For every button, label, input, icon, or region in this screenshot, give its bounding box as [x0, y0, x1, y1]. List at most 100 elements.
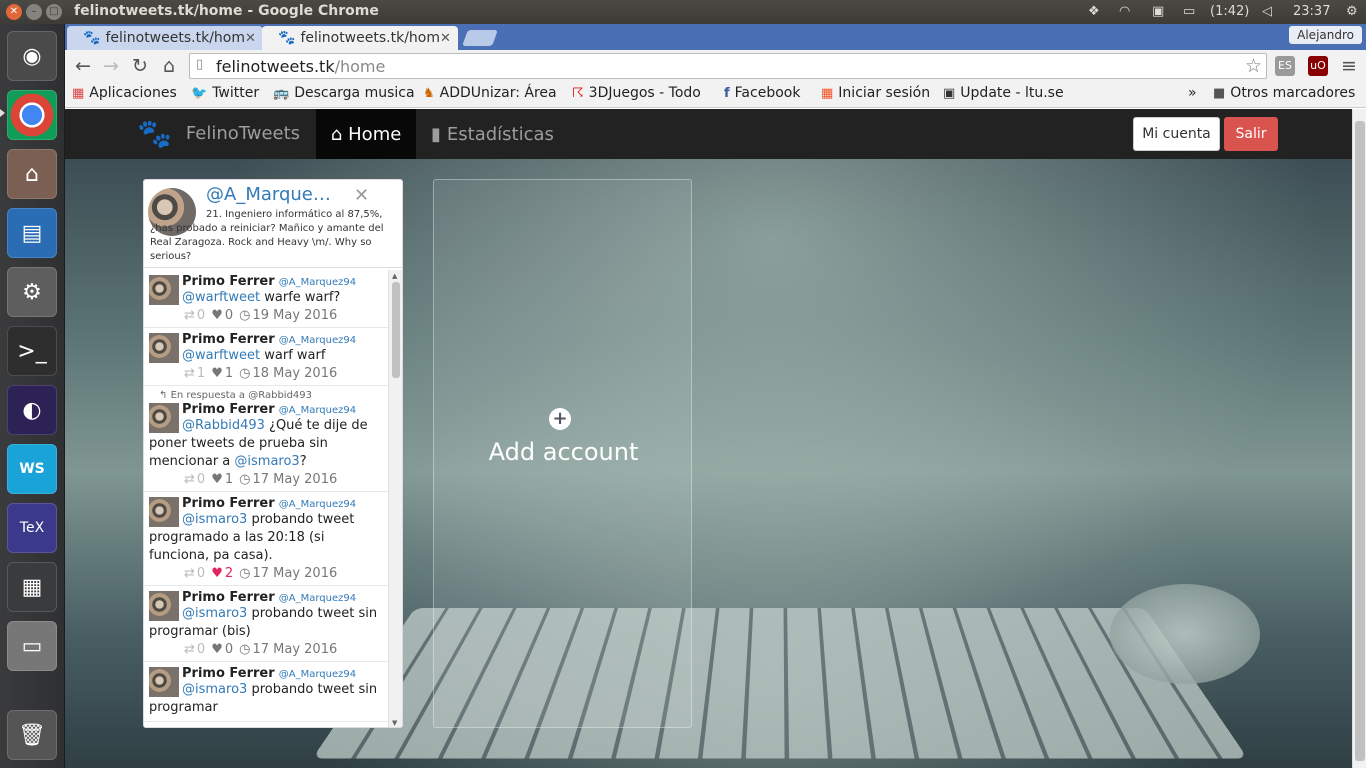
battery-icon[interactable]: ▭	[1183, 4, 1195, 19]
tweet-mention[interactable]: @warftweet	[182, 348, 260, 363]
tweet-mention[interactable]: @ismaro3	[182, 682, 247, 697]
keyboard-layout-icon[interactable]: ▣	[1152, 4, 1164, 19]
tweet[interactable]: Primo Ferrer @A_Marquez94 @warftweet warf…	[144, 328, 388, 386]
trash-icon[interactable]: 🗑	[7, 710, 57, 760]
tweet-author-name[interactable]: Primo Ferrer	[182, 402, 275, 417]
address-bar[interactable]: ▯ felinotweets.tk/home ☆	[189, 53, 1267, 79]
chrome-icon[interactable]	[7, 90, 57, 140]
exit-button[interactable]: Salir	[1224, 117, 1278, 151]
retweet-icon[interactable]: ⇄	[184, 472, 195, 487]
tweet-mention[interactable]: @ismaro3	[182, 606, 247, 621]
close-column-icon[interactable]: ✕	[354, 185, 369, 206]
tweet-avatar[interactable]	[149, 275, 179, 305]
es-extension-icon[interactable]: ES	[1275, 56, 1295, 76]
power-gear-icon[interactable]: ⚙	[1346, 4, 1358, 19]
tweet-avatar[interactable]	[149, 667, 179, 697]
scroll-down-icon[interactable]: ▼	[392, 719, 397, 727]
tweet[interactable]: Primo Ferrer @A_Marquez94 @ismaro3 proban…	[144, 586, 388, 662]
texmaker-icon[interactable]: TeX	[7, 503, 57, 553]
tweet-author-handle[interactable]: @A_Marquez94	[279, 335, 356, 346]
scroll-thumb[interactable]	[392, 282, 400, 378]
tweet-author-name[interactable]: Primo Ferrer	[182, 666, 275, 681]
tweet-mention[interactable]: @ismaro3	[234, 454, 299, 469]
tweet-author-name[interactable]: Primo Ferrer	[182, 274, 275, 289]
tweet[interactable]: ↰ En respuesta a @Rabbid493 Primo Ferrer …	[144, 386, 388, 492]
webstorm-icon[interactable]: WS	[7, 444, 57, 494]
ublock-extension-icon[interactable]: uO	[1308, 56, 1328, 76]
retweet-icon[interactable]: ⇄	[184, 308, 195, 323]
tweet-author-handle[interactable]: @A_Marquez94	[279, 593, 356, 604]
heart-icon[interactable]: ♥	[211, 472, 223, 487]
tweet-author-handle[interactable]: @A_Marquez94	[279, 669, 356, 680]
retweet-icon[interactable]: ⇄	[184, 566, 195, 581]
add-account-panel[interactable]: + Add account	[433, 179, 692, 728]
dropbox-icon[interactable]: ❖	[1088, 4, 1100, 19]
files-home-icon[interactable]: ⌂	[7, 149, 57, 199]
workspace-switcher-icon[interactable]: ▦	[7, 562, 57, 612]
tweet-avatar[interactable]	[149, 403, 179, 433]
browser-tab-1[interactable]: 🐾 felinotweets.tk/hom ✕	[67, 26, 263, 50]
tweet-avatar[interactable]	[149, 497, 179, 527]
tweet-author-name[interactable]: Primo Ferrer	[182, 590, 275, 605]
bookmark-star-icon[interactable]: ☆	[1245, 55, 1262, 77]
my-account-button[interactable]: Mi cuenta	[1133, 117, 1220, 151]
disk-drive-icon[interactable]: ▭	[7, 621, 57, 671]
heart-icon[interactable]: ♥	[211, 642, 223, 657]
column-scrollbar[interactable]: ▲ ▼	[388, 270, 402, 727]
tweet[interactable]: Primo Ferrer @A_Marquez94 @ismaro3 proban…	[144, 492, 388, 586]
back-arrow-icon[interactable]: ←	[71, 54, 95, 78]
tweet-author-handle[interactable]: @A_Marquez94	[279, 405, 356, 416]
column-handle[interactable]: @A_Marquez94	[206, 184, 336, 205]
battery-time[interactable]: (1:42)	[1210, 4, 1249, 19]
window-minimize-button[interactable]: –	[26, 4, 42, 20]
tweet-author-handle[interactable]: @A_Marquez94	[279, 277, 356, 288]
tweet-author-handle[interactable]: @A_Marquez94	[279, 499, 356, 510]
bookmark-addunizar[interactable]: ♞ ADDUnizar: Área	[423, 85, 557, 101]
ubuntu-dash-icon[interactable]: ◉	[7, 31, 57, 81]
retweet-icon[interactable]: ⇄	[184, 366, 195, 381]
tab-close-icon[interactable]: ✕	[440, 31, 458, 46]
home-icon[interactable]: ⌂	[157, 54, 181, 78]
other-bookmarks[interactable]: ■ Otros marcadores	[1213, 85, 1355, 101]
eclipse-icon[interactable]: ◐	[7, 385, 57, 435]
nav-stats-link[interactable]: ▮ Estadísticas	[431, 109, 554, 159]
nav-home-link[interactable]: ⌂ Home	[316, 109, 416, 159]
bookmark-iniciar-sesion[interactable]: ▦ Iniciar sesión	[821, 85, 930, 101]
clock[interactable]: 23:37	[1293, 4, 1330, 19]
bookmark-ltu[interactable]: ▣ Update - ltu.se	[943, 85, 1064, 101]
tweet-author-name[interactable]: Primo Ferrer	[182, 332, 275, 347]
add-account-label[interactable]: Add account	[434, 438, 693, 466]
window-maximize-button[interactable]: □	[46, 4, 62, 20]
plus-circle-icon[interactable]: +	[549, 408, 571, 430]
browser-tab-2[interactable]: 🐾 felinotweets.tk/hom ✕	[262, 26, 458, 50]
writer-document-icon[interactable]: ▤	[7, 208, 57, 258]
bookmark-descarga-musica[interactable]: 🚌 Descarga musica	[273, 85, 415, 101]
tweet-avatar[interactable]	[149, 333, 179, 363]
volume-icon[interactable]: ◁	[1262, 4, 1272, 19]
terminal-icon[interactable]: >_	[7, 326, 57, 376]
tweet-author-name[interactable]: Primo Ferrer	[182, 496, 275, 511]
bookmark-facebook[interactable]: f Facebook	[724, 85, 800, 101]
bookmark-apps[interactable]: ▦ Aplicaciones	[72, 85, 177, 101]
forward-arrow-icon[interactable]: →	[99, 54, 123, 78]
bookmarks-overflow-button[interactable]: »	[1188, 85, 1197, 101]
chrome-menu-icon[interactable]: ≡	[1337, 54, 1361, 78]
tweet-avatar[interactable]	[149, 591, 179, 621]
window-close-button[interactable]: ✕	[6, 4, 22, 20]
url-text[interactable]: felinotweets.tk/home	[216, 57, 385, 76]
scroll-up-icon[interactable]: ▲	[392, 272, 397, 280]
bookmark-twitter[interactable]: 🐦 Twitter	[191, 85, 259, 101]
tweet-mention[interactable]: @ismaro3	[182, 512, 247, 527]
heart-icon[interactable]: ♥	[211, 308, 223, 323]
heart-icon[interactable]: ♥	[211, 566, 223, 581]
tweet-mention[interactable]: @warftweet	[182, 290, 260, 305]
retweet-icon[interactable]: ⇄	[184, 642, 195, 657]
tweet[interactable]: Primo Ferrer @A_Marquez94 @ismaro3 proban…	[144, 662, 388, 722]
reload-icon[interactable]: ↻	[128, 54, 152, 78]
profile-button[interactable]: Alejandro	[1289, 26, 1362, 44]
bookmark-3djuegos[interactable]: ☈ 3DJuegos - Todo	[572, 85, 701, 101]
tab-close-icon[interactable]: ✕	[245, 31, 263, 46]
page-scroll-thumb[interactable]	[1355, 121, 1365, 761]
new-tab-button[interactable]	[462, 30, 498, 46]
brand-link[interactable]: 🐾 FelinoTweets	[137, 117, 300, 150]
